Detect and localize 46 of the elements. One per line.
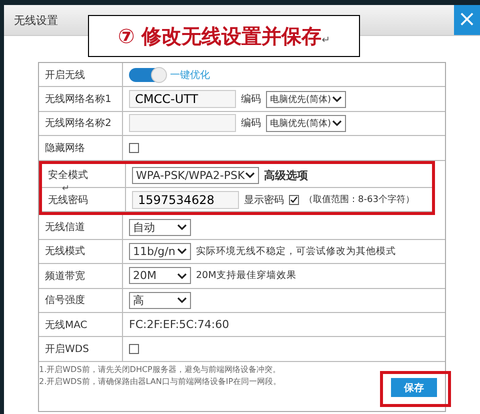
close-button[interactable]: × [454,5,480,35]
field-label: 开启WDS [39,337,123,361]
show-password-label: 显示密码 [244,194,284,207]
field-label: 无线网络名称1 [39,87,123,111]
ssid-field[interactable] [129,114,236,132]
dropdown[interactable]: 20M [129,267,191,284]
field-label: 无线网络名称2 [39,112,123,136]
dropdown[interactable]: 11b/g/n [129,242,191,260]
field-label: 无线MAC [39,312,123,336]
field-label: 无线模式 [39,240,123,264]
hint-text: 20M支持最佳穿墙效果 [196,269,296,282]
password-field[interactable]: 1597534628 [132,190,239,209]
dropdown[interactable]: 高 [129,292,191,309]
toggle-switch[interactable] [129,68,165,82]
save-button[interactable]: 保存 [391,378,437,397]
field-label: 安全模式 [42,164,126,187]
field-label: 频道带宽 [39,264,123,288]
checkbox[interactable] [129,142,139,153]
note-text: 2.开启WDS前，请确保路由器LAN口与前端网络设备IP在同一网段。 [39,376,282,388]
hint-text: 实际环境无线不稳定，可尝试修改为其他模式 [196,244,396,258]
caret-icon [177,297,187,304]
encoding-label: 编码 [241,92,261,106]
ssid-field[interactable]: CMCC-UTT [129,90,236,108]
field-label: 开启无线 [39,63,123,86]
caret-icon [332,96,342,102]
field-label: 信号强度 [39,288,123,312]
mac-address: FC:2F:EF:5C:74:60 [129,318,230,332]
hint-text: （取值范围：8-63个字符） [304,194,414,206]
encoding-dropdown[interactable]: 电脑优先(简体) [266,90,346,108]
encoding-dropdown[interactable]: 电脑优先(简体) [266,114,346,132]
window-title: 无线设置 [13,12,58,28]
field-label: 无线信道 [39,215,123,239]
advanced-link[interactable]: 高级选项 [264,168,308,183]
dropdown[interactable]: WPA-PSK/WPA2-PSK [132,166,259,184]
caret-icon [245,172,255,178]
checkbox[interactable] [289,194,299,205]
field-label: 隐藏网络 [39,136,123,160]
caret-icon [177,272,187,279]
checkbox[interactable] [129,344,139,354]
annotation-box: ⑦ 修改无线设置并保存↵ [88,15,360,57]
caret-icon [177,248,187,254]
caret-icon [177,224,187,230]
encoding-label: 编码 [241,116,261,130]
caret-icon [332,120,342,126]
note-text: 1.开启WDS前，请先关闭DHCP服务器，避免与前端网络设备冲突。 [39,364,280,376]
dropdown[interactable]: 自动 [129,218,191,236]
